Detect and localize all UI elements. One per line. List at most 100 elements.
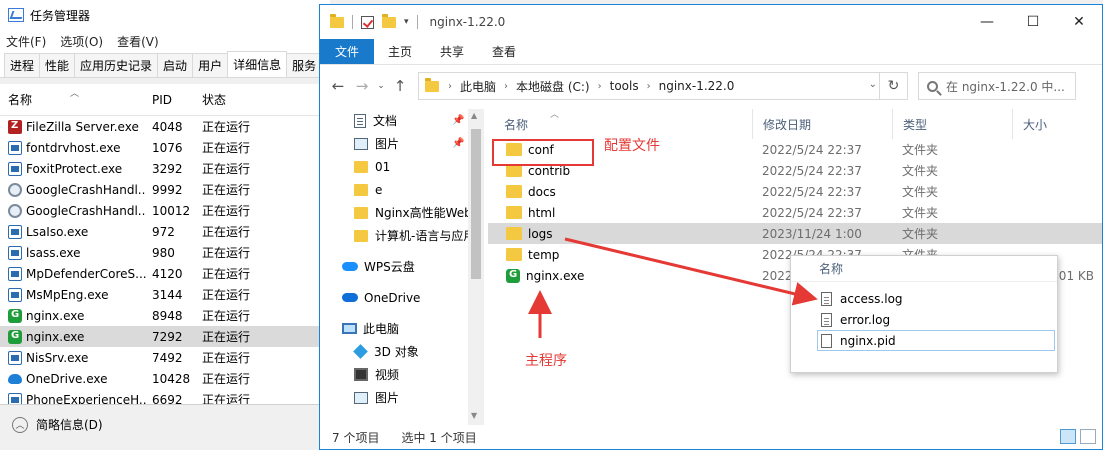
chevron-right-icon[interactable]: › bbox=[644, 81, 654, 92]
address-dropdown-icon[interactable]: ⌄ bbox=[869, 79, 877, 90]
fewer-details-link[interactable]: 简略信息(D) bbox=[36, 416, 103, 433]
column-header-name[interactable]: 名称 bbox=[488, 116, 752, 133]
ribbon-tab-file[interactable]: 文件 bbox=[320, 39, 375, 64]
sort-caret-icon: ︿ bbox=[70, 89, 80, 99]
process-row[interactable]: MpDefenderCoreS... 4120 正在运行 bbox=[0, 263, 330, 284]
nav-item[interactable]: 图片 📌 bbox=[320, 132, 484, 155]
back-arrow-icon[interactable]: ← bbox=[326, 74, 350, 98]
nav-item[interactable]: e bbox=[320, 178, 484, 201]
popup-file-nginx-pid[interactable]: nginx.pid bbox=[817, 330, 1055, 351]
nav-item[interactable]: 3D 对象 bbox=[320, 340, 484, 363]
nav-item-label: e bbox=[375, 182, 383, 197]
menu-file[interactable]: 文件(F) bbox=[6, 33, 46, 50]
file-row[interactable]: html 2022/5/24 22:37 文件夹 bbox=[488, 202, 1102, 223]
process-row[interactable]: FoxitProtect.exe 3292 正在运行 bbox=[0, 158, 330, 179]
recent-locations-icon[interactable]: ⌄ bbox=[374, 74, 388, 98]
explorer-titlebar[interactable]: ▾ nginx-1.22.0 — ☐ ✕ bbox=[320, 5, 1102, 39]
navigation-scrollbar[interactable]: ▲ ▼ bbox=[468, 109, 484, 425]
scroll-up-icon[interactable]: ▲ bbox=[471, 111, 477, 120]
new-folder-icon[interactable] bbox=[382, 13, 396, 28]
tab-app-history[interactable]: 应用历史记录 bbox=[74, 53, 159, 77]
pin-icon[interactable]: 📌 bbox=[452, 115, 464, 126]
nav-item[interactable]: 视频 bbox=[320, 363, 484, 386]
up-arrow-icon[interactable]: ↑ bbox=[388, 74, 412, 98]
large-icons-view-icon[interactable] bbox=[1080, 429, 1096, 444]
nav-item[interactable]: 此电脑 bbox=[320, 317, 484, 340]
address-bar[interactable]: › 此电脑 › 本地磁盘 (C:) › tools › nginx-1.22.0… bbox=[418, 72, 908, 100]
search-input[interactable]: 在 nginx-1.22.0 中... bbox=[918, 72, 1076, 100]
customize-dropdown-icon[interactable]: ▾ bbox=[404, 17, 409, 27]
column-header-size[interactable]: 大小 bbox=[1012, 109, 1102, 139]
process-name-cell: GoogleCrashHandl... bbox=[0, 182, 146, 197]
column-header-type[interactable]: 类型 bbox=[892, 109, 1012, 139]
process-status: 正在运行 bbox=[202, 288, 251, 302]
chevron-right-icon[interactable]: › bbox=[445, 81, 455, 92]
refresh-icon[interactable]: ↻ bbox=[879, 73, 907, 99]
process-status: 正在运行 bbox=[202, 246, 251, 260]
column-header-status[interactable]: 状态 bbox=[196, 91, 326, 108]
nav-item-label: 01 bbox=[375, 159, 391, 174]
chevron-right-icon[interactable]: › bbox=[595, 81, 605, 92]
process-pid: 1076 bbox=[152, 140, 183, 155]
file-row[interactable]: docs 2022/5/24 22:37 文件夹 bbox=[488, 181, 1102, 202]
minimize-icon[interactable]: — bbox=[964, 5, 1010, 39]
nav-item[interactable]: 计算机-语言与应用 bbox=[320, 224, 484, 247]
breadcrumb-tools[interactable]: tools bbox=[605, 79, 644, 93]
nav-item[interactable]: 图片 bbox=[320, 386, 484, 409]
chevron-right-icon[interactable]: › bbox=[501, 81, 511, 92]
process-row[interactable]: OneDrive.exe 10428 正在运行 bbox=[0, 368, 330, 389]
tab-startup[interactable]: 启动 bbox=[157, 53, 194, 77]
process-name: OneDrive.exe bbox=[26, 371, 108, 386]
column-header-pid[interactable]: PID bbox=[146, 93, 196, 107]
process-name-cell: FileZilla Server.exe bbox=[0, 119, 146, 134]
process-row[interactable]: GoogleCrashHandl... 10012 正在运行 bbox=[0, 200, 330, 221]
breadcrumb-local-disk[interactable]: 本地磁盘 (C:) bbox=[511, 78, 595, 95]
process-row[interactable]: GoogleCrashHandl... 9992 正在运行 bbox=[0, 179, 330, 200]
popup-file-error-log[interactable]: error.log bbox=[791, 309, 1057, 330]
popup-column-header-name[interactable]: 名称 bbox=[791, 256, 1057, 282]
forward-arrow-icon[interactable]: → bbox=[350, 74, 374, 98]
nav-item[interactable]: WPS云盘 bbox=[320, 255, 484, 278]
details-view-icon[interactable] bbox=[1060, 429, 1076, 444]
nav-item[interactable]: 文档 📌 bbox=[320, 109, 484, 132]
tab-users[interactable]: 用户 bbox=[192, 53, 229, 77]
breadcrumb-this-pc[interactable]: 此电脑 bbox=[455, 78, 501, 95]
process-row[interactable]: fontdrvhost.exe 1076 正在运行 bbox=[0, 137, 330, 158]
task-manager-titlebar[interactable]: 任务管理器 bbox=[0, 0, 330, 30]
popup-file-access-log[interactable]: access.log bbox=[791, 288, 1057, 309]
item-count: 7 个项目 bbox=[332, 430, 380, 445]
breadcrumb-nginx[interactable]: nginx-1.22.0 bbox=[654, 79, 740, 93]
ribbon-tab-view[interactable]: 查看 bbox=[478, 39, 530, 64]
process-rows: FileZilla Server.exe4048正在运行fontdrvhost.… bbox=[0, 116, 330, 404]
process-row[interactable]: lsass.exe 980 正在运行 bbox=[0, 242, 330, 263]
process-row[interactable]: FileZilla Server.exe 4048 正在运行 bbox=[0, 116, 330, 137]
scroll-down-icon[interactable]: ▼ bbox=[471, 411, 477, 420]
ribbon-tab-share[interactable]: 共享 bbox=[426, 39, 478, 64]
ribbon-tab-home[interactable]: 主页 bbox=[374, 39, 426, 64]
menu-options[interactable]: 选项(O) bbox=[60, 33, 103, 50]
process-row[interactable]: LsaIso.exe 972 正在运行 bbox=[0, 221, 330, 242]
process-row[interactable]: nginx.exe 8948 正在运行 bbox=[0, 305, 330, 326]
menu-view[interactable]: 查看(V) bbox=[117, 33, 159, 50]
close-icon[interactable]: ✕ bbox=[1056, 5, 1102, 39]
maximize-icon[interactable]: ☐ bbox=[1010, 5, 1056, 39]
nav-item[interactable]: 01 bbox=[320, 155, 484, 178]
tab-processes[interactable]: 进程 bbox=[4, 53, 41, 77]
process-row[interactable]: NisSrv.exe 7492 正在运行 bbox=[0, 347, 330, 368]
tab-details[interactable]: 详细信息 bbox=[227, 51, 288, 77]
nav-item[interactable]: OneDrive bbox=[320, 286, 484, 309]
pin-icon[interactable]: 📌 bbox=[452, 138, 464, 149]
process-row[interactable]: PhoneExperienceH... 6692 正在运行 bbox=[0, 389, 330, 404]
ribbon-tabs: 文件 主页 共享 查看 bbox=[320, 39, 1102, 65]
process-row[interactable]: MsMpEng.exe 3144 正在运行 bbox=[0, 284, 330, 305]
tab-services[interactable]: 服务 bbox=[286, 53, 323, 77]
scrollbar-thumb[interactable] bbox=[471, 129, 481, 279]
properties-icon[interactable] bbox=[361, 15, 374, 29]
chevron-up-icon[interactable]: ︿ bbox=[12, 416, 28, 433]
nav-item[interactable]: Nginx高性能Web bbox=[320, 201, 484, 224]
file-row[interactable]: logs 2023/11/24 1:00 文件夹 bbox=[488, 223, 1102, 244]
process-row[interactable]: nginx.exe 7292正在运行 bbox=[0, 326, 330, 347]
tab-performance[interactable]: 性能 bbox=[39, 53, 76, 77]
column-header-date[interactable]: 修改日期 bbox=[752, 109, 892, 139]
